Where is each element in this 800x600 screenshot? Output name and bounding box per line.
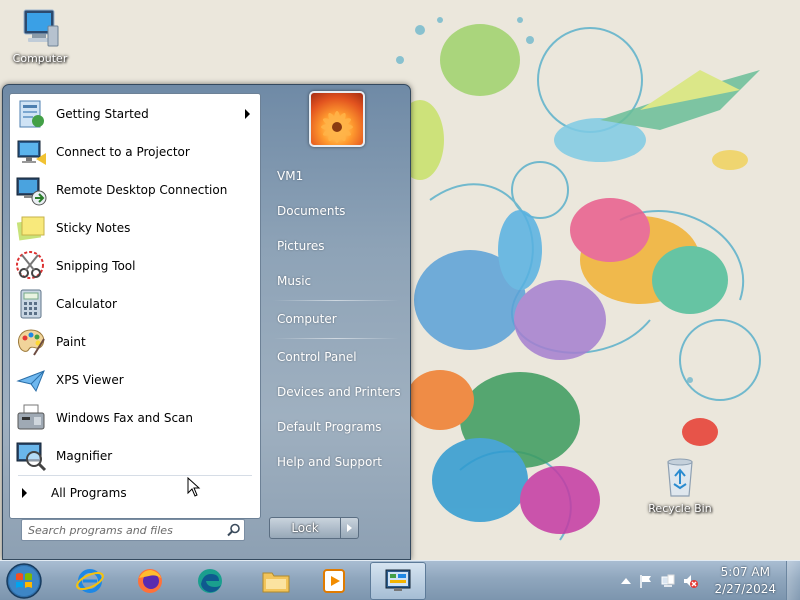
program-label: XPS Viewer xyxy=(56,373,124,387)
user-picture[interactable] xyxy=(309,91,365,147)
getting-started-icon xyxy=(19,100,44,128)
search-icon[interactable] xyxy=(226,522,242,538)
taskbar-media-player[interactable] xyxy=(306,562,362,600)
program-sticky-notes[interactable]: Sticky Notes xyxy=(10,210,260,246)
submenu-arrow-icon[interactable] xyxy=(245,109,250,119)
program-getting-started[interactable]: Getting Started xyxy=(10,96,260,132)
magnifier-icon xyxy=(16,442,47,472)
sticky-notes-icon xyxy=(16,216,45,241)
chevron-up-icon[interactable] xyxy=(618,573,634,589)
program-label: Sticky Notes xyxy=(56,221,131,235)
program-connect-projector[interactable]: Connect to a Projector xyxy=(10,134,260,170)
calculator-icon xyxy=(20,289,42,319)
program-label: Windows Fax and Scan xyxy=(56,411,194,425)
program-label: Magnifier xyxy=(56,449,113,463)
program-xps-viewer[interactable]: XPS Viewer xyxy=(10,362,260,398)
place-devices-printers[interactable]: Devices and Printers xyxy=(269,378,403,406)
divider xyxy=(273,338,399,339)
taskbar-internet-explorer[interactable] xyxy=(62,562,118,600)
lock-button[interactable]: Lock xyxy=(269,517,341,539)
program-label: Calculator xyxy=(56,297,117,311)
recycle-bin-icon xyxy=(667,458,693,497)
place-pictures[interactable]: Pictures xyxy=(269,232,403,260)
arrow-right-icon xyxy=(22,488,27,498)
all-programs-label: All Programs xyxy=(51,486,127,500)
control-panel-icon xyxy=(385,569,411,591)
file-explorer-icon xyxy=(262,572,290,593)
taskbar-edge[interactable] xyxy=(182,562,238,600)
palette-icon xyxy=(18,329,45,356)
volume-muted-icon[interactable] xyxy=(682,573,698,589)
programs-pane: Getting Started Connect to a Projector R… xyxy=(9,93,261,519)
flower-icon xyxy=(321,111,353,143)
place-documents[interactable]: Documents xyxy=(269,197,403,225)
desktop-icon-recycle-bin[interactable]: Recycle Bin xyxy=(642,456,718,515)
place-user-folder[interactable]: VM1 xyxy=(269,162,403,190)
taskbar: 5:07 AM 2/27/2024 xyxy=(0,560,800,600)
clock-date[interactable]: 2/27/2024 xyxy=(714,582,776,596)
shutdown-options-button[interactable] xyxy=(341,517,359,539)
xps-viewer-icon xyxy=(16,370,45,393)
place-default-programs[interactable]: Default Programs xyxy=(269,413,403,441)
place-control-panel[interactable]: Control Panel xyxy=(269,343,403,371)
place-music[interactable]: Music xyxy=(269,267,403,295)
internet-explorer-icon xyxy=(76,569,104,593)
program-remote-desktop[interactable]: Remote Desktop Connection xyxy=(10,172,260,208)
program-calculator[interactable]: Calculator xyxy=(10,286,260,322)
all-programs-button[interactable]: All Programs xyxy=(10,480,260,506)
taskbar-file-explorer[interactable] xyxy=(248,562,304,600)
place-help-support[interactable]: Help and Support xyxy=(269,448,403,476)
media-player-icon xyxy=(323,569,345,593)
search-input[interactable] xyxy=(28,521,224,539)
edge-icon xyxy=(198,569,222,593)
desktop-icon-label: Recycle Bin xyxy=(648,502,712,515)
show-desktop-button[interactable] xyxy=(786,561,800,600)
place-computer[interactable]: Computer xyxy=(269,305,403,333)
mouse-pointer-icon xyxy=(187,477,201,497)
computer-icon xyxy=(23,9,59,47)
flag-icon[interactable] xyxy=(638,573,654,589)
fax-icon xyxy=(17,404,45,430)
arrow-right-icon xyxy=(347,524,352,532)
desktop-icon-computer[interactable]: Computer xyxy=(2,6,78,65)
program-snipping-tool[interactable]: Snipping Tool xyxy=(10,248,260,284)
divider xyxy=(273,300,399,301)
program-magnifier[interactable]: Magnifier xyxy=(10,438,260,474)
program-label: Snipping Tool xyxy=(56,259,136,273)
taskbar-firefox[interactable] xyxy=(122,562,178,600)
start-button[interactable] xyxy=(4,562,44,600)
desktop-icon-label: Computer xyxy=(12,52,68,65)
scissors-icon xyxy=(16,251,44,279)
divider xyxy=(18,475,252,476)
places-pane: VM1 Documents Pictures Music Computer Co… xyxy=(265,85,411,561)
search-box[interactable] xyxy=(21,519,245,541)
remote-desktop-icon xyxy=(16,177,47,206)
program-paint[interactable]: Paint xyxy=(10,324,260,360)
network-icon[interactable] xyxy=(660,573,676,589)
start-menu: Getting Started Connect to a Projector R… xyxy=(2,84,411,560)
taskbar-control-panel[interactable] xyxy=(370,562,426,600)
firefox-icon xyxy=(138,569,162,593)
projector-icon xyxy=(17,140,46,165)
program-label: Remote Desktop Connection xyxy=(56,183,228,197)
program-fax-scan[interactable]: Windows Fax and Scan xyxy=(10,400,260,436)
program-label: Getting Started xyxy=(56,107,149,121)
clock-time[interactable]: 5:07 AM xyxy=(721,565,770,579)
program-label: Connect to a Projector xyxy=(56,145,190,159)
program-label: Paint xyxy=(56,335,86,349)
system-tray: 5:07 AM 2/27/2024 xyxy=(610,561,800,600)
